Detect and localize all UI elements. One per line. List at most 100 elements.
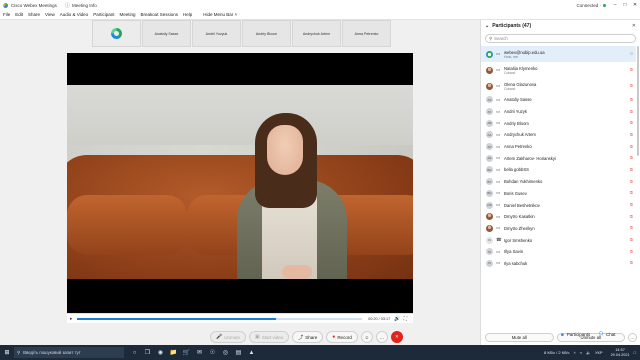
muted-microphone-icon[interactable]: ⦸: [630, 109, 633, 115]
menu-participant[interactable]: Participant: [93, 12, 114, 17]
participants-toggle-button[interactable]: ☻ Participants: [560, 331, 590, 337]
volume-icon[interactable]: 🔊: [394, 316, 400, 322]
participant-row[interactable]: AY ▭ Andrii Yuzyk ⦸: [481, 106, 636, 118]
participant-thumbnail[interactable]: Andriy Bloom: [242, 20, 291, 47]
menu-file[interactable]: File: [3, 12, 10, 17]
speaker-icon[interactable]: 🔈: [586, 350, 591, 355]
participant-row[interactable]: AP ▭ Anna Petrenko ⦸: [481, 141, 636, 153]
tray-chevron-icon[interactable]: ˄: [573, 350, 575, 355]
participant-row[interactable]: DB ▭ Daniel Beshetnikov ⦸: [481, 199, 636, 211]
connection-status[interactable]: Connected ·: [576, 3, 606, 8]
mute-all-button[interactable]: Mute all: [485, 332, 554, 342]
phone-icon: ☎: [496, 237, 502, 243]
muted-microphone-icon[interactable]: ⦸: [630, 214, 633, 220]
participant-thumbnail[interactable]: Anna Petrenko: [342, 20, 391, 47]
participant-row[interactable]: ▭ Dmytro Zherikyn ⦸: [481, 223, 636, 235]
participant-row[interactable]: AB ▭ Andriy Bloom ⦸: [481, 117, 636, 129]
info-icon[interactable]: ⓘ: [65, 2, 70, 9]
muted-microphone-icon[interactable]: ⦸: [630, 67, 633, 73]
menu-edit[interactable]: Edit: [15, 12, 23, 17]
participant-row[interactable]: ▭ webex@nubip.edu.ua Host, me ○: [481, 46, 636, 62]
hide-menu-bar-button[interactable]: Hide Menu Bar ˄: [203, 12, 237, 17]
muted-microphone-icon[interactable]: ⦸: [630, 190, 633, 196]
shared-video-frame[interactable]: [67, 85, 413, 279]
muted-microphone-icon[interactable]: ⦸: [630, 260, 633, 266]
menu-share[interactable]: Share: [28, 12, 40, 17]
microphone-icon[interactable]: ○: [630, 51, 633, 57]
windows-start-icon[interactable]: ⊞: [0, 345, 14, 360]
cortana-icon[interactable]: ○: [128, 345, 141, 360]
chat-toggle-button[interactable]: 🗨 Chat: [598, 331, 615, 337]
edge-icon[interactable]: ◉: [154, 345, 167, 360]
reactions-button[interactable]: ☺: [360, 331, 373, 343]
participant-thumbnail[interactable]: Anatoliy Sasse: [142, 20, 191, 47]
participant-row[interactable]: AS ▭ Anatoliy Sasse ⦸: [481, 94, 636, 106]
participant-row[interactable]: BY ▭ Bohdan Yukhimenko ⦸: [481, 176, 636, 188]
muted-microphone-icon[interactable]: ⦸: [630, 179, 633, 185]
file-explorer-icon[interactable]: 📁: [167, 345, 180, 360]
participant-thumbnail[interactable]: Andrii Yuzyuk: [192, 20, 241, 47]
muted-microphone-icon[interactable]: ⦸: [630, 120, 633, 126]
maximize-button[interactable]: □: [620, 0, 630, 10]
menu-help[interactable]: Help: [183, 12, 192, 17]
participant-row[interactable]: ▭ Nataliia Klymenko Cohost ⦸: [481, 62, 636, 78]
muted-microphone-icon[interactable]: ⦸: [630, 237, 633, 243]
minimize-button[interactable]: –: [610, 0, 620, 10]
muted-microphone-icon[interactable]: ⦸: [630, 97, 633, 103]
muted-microphone-icon[interactable]: ⦸: [630, 225, 633, 231]
participant-row[interactable]: IS ☎ Igor Smshenko ⦸: [481, 234, 636, 246]
participant-row[interactable]: AZ ▭ Artem Zakharov- Horianskyi ⦸: [481, 152, 636, 164]
participants-list: ▭ webex@nubip.edu.ua Host, me ○ ▭ Nataliia Kl…: [481, 46, 636, 328]
word-icon[interactable]: ▤: [232, 345, 245, 360]
muted-microphone-icon[interactable]: ⦸: [630, 132, 633, 138]
play-icon[interactable]: ▸: [70, 316, 73, 322]
camera-icon: ▣: [255, 334, 260, 340]
participant-row[interactable]: ▭ Dmytro Kasatkin ⦸: [481, 211, 636, 223]
end-meeting-button[interactable]: ✕: [390, 331, 403, 343]
menu-audio-video[interactable]: Audio & Video: [60, 12, 88, 17]
wifi-icon[interactable]: ≈: [580, 350, 582, 355]
notifications-icon[interactable]: □: [634, 350, 636, 355]
webex-taskbar-icon[interactable]: ◎: [219, 345, 232, 360]
more-options-button[interactable]: …: [375, 331, 388, 343]
muted-microphone-icon[interactable]: ⦸: [630, 202, 633, 208]
task-view-icon[interactable]: ❐: [141, 345, 154, 360]
participant-row[interactable]: IS ▭ Illya Savin ⦸: [481, 246, 636, 258]
video-seek-bar[interactable]: [76, 317, 363, 320]
close-window-button[interactable]: ✕: [630, 0, 640, 10]
menu-breakout-sessions[interactable]: Breakout Sessions: [140, 12, 178, 17]
mail-icon[interactable]: ✉: [193, 345, 206, 360]
start-video-button[interactable]: ▣ Start video: [249, 331, 290, 343]
muted-microphone-icon[interactable]: ⦸: [630, 249, 633, 255]
participant-row[interactable]: ▭ Olena Glazunova Cohost ⦸: [481, 78, 636, 94]
muted-microphone-icon[interactable]: ⦸: [630, 83, 633, 89]
participant-row[interactable]: BG ▭ bella gobbSS ⦸: [481, 164, 636, 176]
participant-row[interactable]: BG ▭ Boris Gusev ⦸: [481, 188, 636, 200]
chrome-icon[interactable]: ☉: [206, 345, 219, 360]
store-icon[interactable]: 🛒: [180, 345, 193, 360]
avatar: [486, 213, 493, 221]
taskbar-clock[interactable]: 14:57 29.04.2021: [607, 348, 630, 357]
muted-microphone-icon[interactable]: ⦸: [630, 167, 633, 173]
share-button[interactable]: ⤴ Share: [292, 331, 324, 343]
taskbar-search-input[interactable]: ⚲ Введіть пошуковий запит тут: [14, 347, 124, 358]
unmute-button[interactable]: 🎤 Unmute: [210, 331, 246, 343]
menu-view[interactable]: View: [45, 12, 55, 17]
muted-microphone-icon[interactable]: ⦸: [630, 144, 633, 150]
fullscreen-icon[interactable]: ⛶: [403, 316, 407, 322]
participant-row[interactable]: AA ▭ Andrychuk Artem ⦸: [481, 129, 636, 141]
meeting-info-link[interactable]: Meeting Info: [72, 3, 97, 8]
muted-microphone-icon[interactable]: ⦸: [630, 155, 633, 161]
app-icon[interactable]: ▲: [245, 345, 258, 360]
participants-search-input[interactable]: ⚲ Search: [485, 34, 636, 43]
participants-more-button[interactable]: …: [628, 332, 637, 342]
participant-thumbnail[interactable]: Andrychuk Artem: [292, 20, 341, 47]
chevron-down-icon[interactable]: ⌄: [485, 23, 489, 29]
menu-meeting[interactable]: Meeting: [119, 12, 135, 17]
keyboard-language[interactable]: УКР: [595, 350, 603, 355]
participant-row[interactable]: IS ▭ Ilya sabchuk ⦸: [481, 258, 636, 270]
participants-scrollbar[interactable]: [637, 46, 639, 156]
close-panel-icon[interactable]: ✕: [632, 23, 636, 29]
self-thumbnail[interactable]: [92, 20, 141, 47]
record-button[interactable]: ● Record: [326, 331, 358, 343]
